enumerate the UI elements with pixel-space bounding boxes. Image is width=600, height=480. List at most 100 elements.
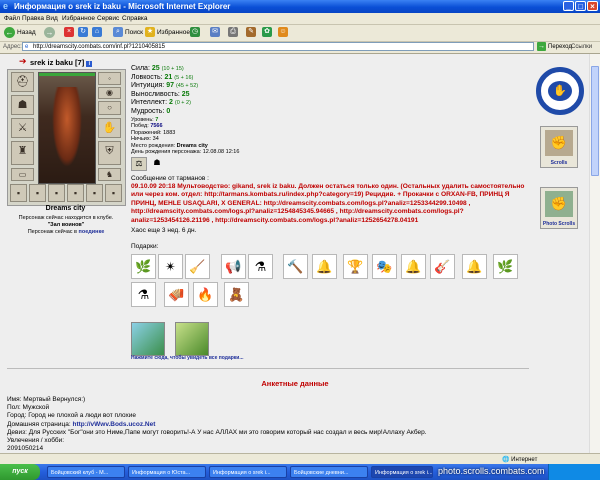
print-button[interactable]: ⎙	[228, 27, 238, 37]
belt-item-icon[interactable]: ▪	[29, 184, 46, 202]
menu-view[interactable]: Вид	[46, 15, 58, 22]
battle-link[interactable]: поединке	[79, 229, 105, 235]
character-avatar[interactable]	[38, 72, 96, 184]
gift-item-icon[interactable]: 🧸	[224, 282, 249, 307]
page-icon: e	[25, 44, 29, 50]
taskbar-window[interactable]: Бойцовские дневни...	[290, 466, 368, 478]
bracers-slot-icon[interactable]: ☗	[11, 95, 34, 115]
belt-item-icon[interactable]: ▪	[48, 184, 65, 202]
go-arrow-icon: →	[537, 42, 546, 51]
stat-wisdom: Мудрость: 0	[131, 107, 171, 115]
gloves-slot-icon[interactable]: ✋	[98, 118, 121, 138]
detail-birthday: День рождения персонажа: 12.08.08 12:16	[131, 149, 240, 156]
taskbar-window-active[interactable]: Информация о srek i...	[371, 466, 433, 478]
close-button[interactable]: ×	[587, 1, 598, 11]
address-bar: Адрес: http://dreamscity.combats.com/inf…	[0, 41, 600, 54]
gift-item-icon[interactable]: 🔨	[283, 254, 308, 279]
gift-item-icon[interactable]: 🪗	[164, 282, 189, 307]
scrollbar-thumb[interactable]	[591, 66, 599, 176]
start-button[interactable]: пуск	[0, 464, 40, 480]
back-button[interactable]: ← Назад	[4, 27, 36, 38]
belt-item-icon[interactable]: ▪	[86, 184, 103, 202]
info-icon[interactable]: i	[86, 61, 93, 67]
rings-slot-icon[interactable]: ○	[98, 101, 121, 115]
watermark: photo.scrolls.combats.com	[438, 466, 545, 476]
boots-slot-icon[interactable]: ♞	[98, 168, 121, 181]
refresh-button[interactable]: ↻	[78, 27, 88, 37]
gift-item-icon[interactable]: 🔔	[401, 254, 426, 279]
gift-item-icon[interactable]: ⚗	[248, 254, 273, 279]
gift-item-icon[interactable]: 🔥	[193, 282, 218, 307]
favorites-button[interactable]: ★ Избранное	[145, 27, 190, 37]
gift-item-icon[interactable]: ⚗	[131, 282, 156, 307]
menu-edit[interactable]: Правка	[22, 15, 44, 22]
menu-help[interactable]: Справка	[122, 15, 148, 22]
postcard-image[interactable]	[175, 322, 209, 356]
logo-hands-icon: ✋	[548, 81, 572, 101]
window-title: Информация о srek iz baku - Microsoft In…	[14, 2, 231, 11]
taskbar-window[interactable]: Информация о srek i...	[209, 466, 287, 478]
print-icon: ⎙	[228, 27, 238, 37]
messenger-icon: ☺	[278, 27, 288, 37]
gift-item-icon[interactable]: 🧹	[185, 254, 210, 279]
amulet-slot-icon[interactable]: ◉	[98, 87, 121, 99]
gift-item-icon[interactable]: 🔔	[462, 254, 487, 279]
minimize-button[interactable]: _	[563, 1, 574, 11]
gift-item-icon[interactable]: 🎭	[372, 254, 397, 279]
go-label: Переход	[548, 43, 572, 50]
gift-item-icon[interactable]: 🏆	[343, 254, 368, 279]
gift-item-icon[interactable]: 🌿	[131, 254, 156, 279]
scrolls-link[interactable]: ✊ Scrolls	[540, 126, 578, 168]
menu-file[interactable]: Файл	[4, 15, 20, 22]
window-titlebar: e Информация о srek iz baku - Microsoft …	[0, 0, 600, 13]
photo-scrolls-link[interactable]: ✊ Photo Scrolls	[540, 187, 578, 229]
character-name: srek iz baku [7] i	[30, 58, 93, 67]
messenger-button[interactable]: ☺	[278, 27, 288, 37]
vertical-scrollbar[interactable]	[589, 54, 600, 453]
maximize-button[interactable]: □	[575, 1, 586, 11]
home-button[interactable]: ⌂	[92, 27, 102, 37]
gift-item-icon[interactable]: 🌿	[493, 254, 518, 279]
character-equipment-frame: ⛑ ☗ ⚔ ♜ ▭ ◦ ◉ ○ ✋ ⛨ ♞ ▪ ▪ ▪ ▪ ▪ ▪	[7, 69, 126, 206]
menu-favorites[interactable]: Избранное	[62, 15, 95, 22]
shield-slot-icon[interactable]: ⛨	[98, 141, 121, 165]
stop-button[interactable]: ×	[64, 27, 74, 37]
belt-item-icon[interactable]: ▪	[67, 184, 84, 202]
history-button[interactable]: ◷	[190, 27, 200, 37]
postcard-image[interactable]	[131, 322, 165, 356]
search-label: Поиск	[125, 28, 144, 36]
weapon-slot-icon[interactable]: ⚔	[11, 118, 34, 138]
menu-tools[interactable]: Сервис	[97, 15, 119, 22]
clan-icon[interactable]: ☗	[150, 157, 164, 169]
taskbar-window[interactable]: Бойцовский клуб - М...	[47, 466, 125, 478]
belt-slot-icon[interactable]: ▭	[11, 168, 34, 181]
helmet-slot-icon[interactable]: ⛑	[11, 72, 34, 92]
belt-item-icon[interactable]: ▪	[10, 184, 27, 202]
gift-item-icon[interactable]: 📢	[221, 254, 246, 279]
belt-item-icon[interactable]: ▪	[105, 184, 122, 202]
all-gifts-link[interactable]: Нажмите сюда, чтобы увидеть все подарки.…	[131, 355, 244, 361]
links-button[interactable]: Ссылки	[571, 44, 592, 50]
status-icons: ⚖ ☗	[131, 157, 164, 171]
profile-hobbies-value: 2091050214	[7, 445, 44, 453]
profile-homepage: Домашняя страница: http://vWwv.Bods.ucoz…	[7, 420, 156, 428]
armor-slot-icon[interactable]: ♜	[11, 141, 34, 165]
gift-item-icon[interactable]: 🎸	[430, 254, 455, 279]
mail-button[interactable]: ✉	[210, 27, 220, 37]
earrings-slot-icon[interactable]: ◦	[98, 72, 121, 85]
discuss-button[interactable]: ✿	[262, 27, 272, 37]
gift-item-icon[interactable]: ✴	[158, 254, 183, 279]
internet-zone: 🌐 Интернет	[502, 457, 538, 463]
go-button[interactable]: → Переход	[537, 42, 572, 51]
address-input[interactable]: http://dreamscity.combats.com/inf.pl?121…	[22, 42, 534, 51]
arrow-icon: ➔	[19, 56, 27, 66]
edit-button[interactable]: ✎	[246, 27, 256, 37]
search-button[interactable]: ⌕ Поиск	[113, 27, 143, 37]
chaos-duration: Хаос еще 3 нед. 6 дн.	[131, 227, 197, 234]
combats-logo[interactable]: ✋	[536, 67, 584, 115]
gift-item-icon[interactable]: 🔔	[312, 254, 337, 279]
homepage-link[interactable]: http://vWwv.Bods.ucoz.Net	[72, 421, 155, 428]
forward-button[interactable]: →	[44, 27, 55, 38]
taskbar-window[interactable]: Информация о Юста...	[128, 466, 206, 478]
chaos-icon[interactable]: ⚖	[131, 157, 147, 171]
